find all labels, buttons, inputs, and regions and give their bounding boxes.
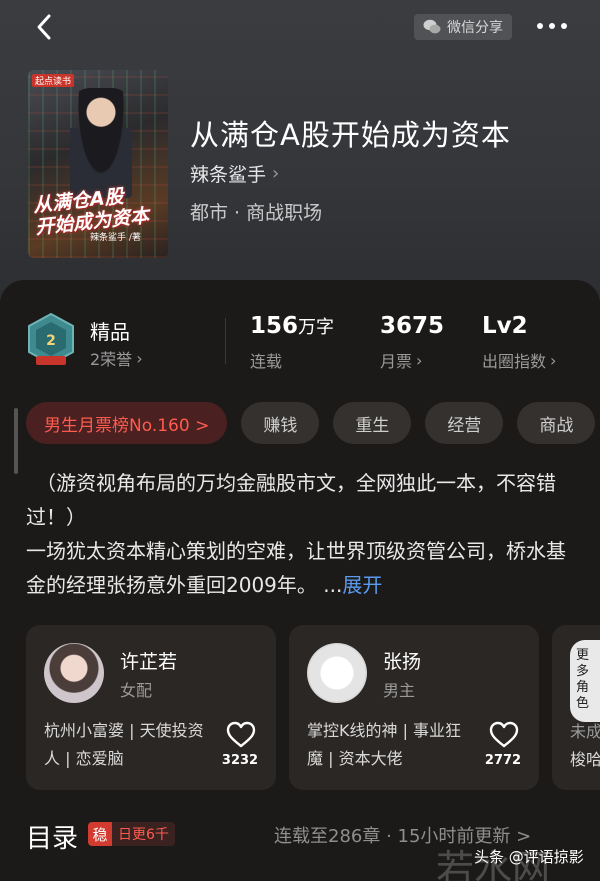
share-label: 微信分享 [447,20,503,36]
cover-character-art [70,88,132,198]
character-name: 张扬 [383,651,422,673]
chevron-right-icon: › [550,350,557,370]
badge-text: 日更6千 [112,822,175,846]
synopsis[interactable]: （游资视角布局的万均金融股市文，全网独此一本，不容错过！） 一场犹太资本精心策划… [26,466,578,602]
level-index-link[interactable]: 出圈指数 › [482,348,556,372]
scroll-indicator [14,408,18,474]
source-watermark: 头条 @评语掠影 [474,848,584,866]
ranking-tag[interactable]: 男生月票榜No.160 > [26,402,228,444]
heart-icon[interactable] [226,721,256,749]
more-characters-button[interactable]: 更多角色 [570,640,600,722]
character-card[interactable]: 许芷若 女配 杭州小富婆 | 天使投资人 | 恋爱脑 3232 [26,625,276,790]
wechat-icon [423,19,441,34]
author-link[interactable]: 辣条鲨手 › [190,160,279,187]
tag-list: 男生月票榜No.160 > 赚钱 重生 经营 商战 [26,402,596,444]
back-arrow-icon[interactable] [30,12,60,42]
character-role: 女配 [120,681,153,700]
character-avatar [44,643,104,703]
level-value: Lv2 [482,313,528,339]
character-role: 男主 [383,681,416,700]
badge-mark: 稳 [88,822,112,846]
expand-link[interactable]: 展开 [342,573,382,597]
character-description: 杭州小富婆 | 天使投资人 | 恋爱脑 [44,721,204,768]
partial-text: 梭哈 [570,750,600,769]
like-count: 2772 [484,753,522,768]
partial-text: 未成 [570,722,600,741]
monthly-tickets-link[interactable]: 月票 › [380,348,422,372]
svg-text:2: 2 [46,333,56,349]
character-avatar [307,643,367,703]
wechat-share-button[interactable]: 微信分享 [414,14,512,40]
tag-item[interactable]: 经营 [425,402,504,444]
book-genre: 都市 · 商战职场 [190,202,323,224]
chevron-right-icon: › [416,350,423,370]
synopsis-line: （游资视角布局的万均金融股市文，全网独此一本，不容错过！） [26,471,556,529]
character-description: 掌控K线的神 | 事业狂魔 | 资本大佬 [307,721,462,768]
divider [225,318,226,364]
cover-author: 辣条鲨手 /著 [90,233,141,243]
chevron-right-icon: › [272,163,280,184]
quality-badge-icon: 2 [28,312,74,366]
honors-link[interactable]: 2荣誉 › [90,346,143,370]
tag-item[interactable]: 重生 [333,402,412,444]
author-name: 辣条鲨手 [190,164,267,186]
serial-status: 连载 [250,352,283,371]
character-name: 许芷若 [120,651,178,673]
like-count: 3232 [221,753,259,768]
catalog-title[interactable]: 目录 [26,818,78,855]
quality-label: 精品 [90,320,130,344]
cover-publisher-logo: 起点读书 [32,74,75,87]
heart-icon[interactable] [489,721,519,749]
tag-item[interactable]: 赚钱 [241,402,320,444]
chevron-right-icon: › [136,348,143,368]
synopsis-line: 一场犹太资本精心策划的空难，让世界顶级资管公司，桥水基金的经理张扬意外重回200… [26,539,566,597]
book-cover[interactable]: 起点读书 从满仓A股 开始成为资本 辣条鲨手 /著 [28,70,168,258]
character-card[interactable]: 张扬 男主 掌控K线的神 | 事业狂魔 | 资本大佬 2772 [289,625,539,790]
tag-item[interactable]: 商战 [517,402,596,444]
update-badge: 稳 日更6千 [88,822,175,846]
word-count: 156万字 [250,313,335,339]
book-title: 从满仓A股开始成为资本 [190,118,511,152]
monthly-ticket-count: 3675 [380,313,445,339]
more-options-icon[interactable] [537,18,573,34]
